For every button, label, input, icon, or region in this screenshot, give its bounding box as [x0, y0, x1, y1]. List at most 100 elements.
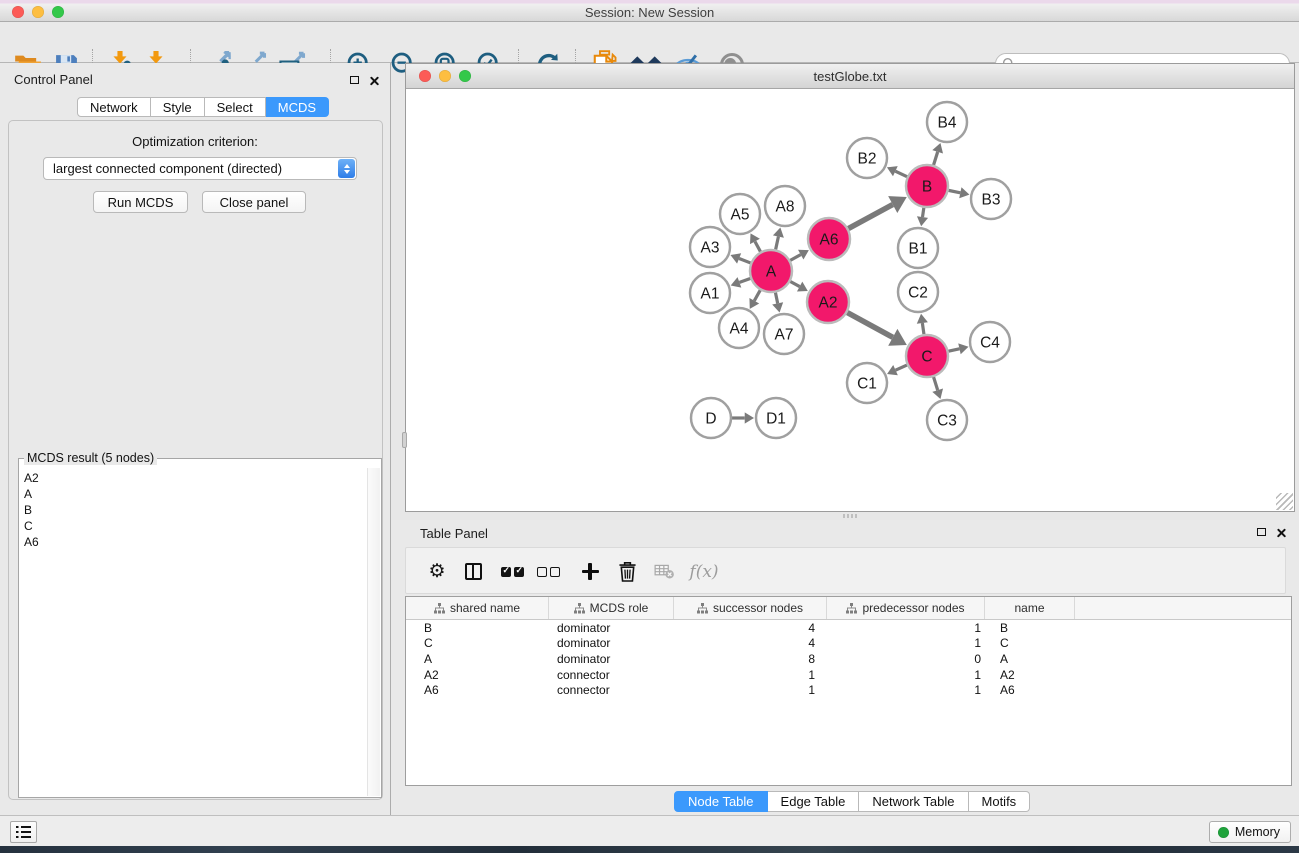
table-cell[interactable]: 1 — [827, 636, 985, 650]
tab-mcds[interactable]: MCDS — [266, 97, 329, 117]
network-window-titlebar[interactable]: testGlobe.txt — [406, 64, 1294, 89]
node-A[interactable]: A — [750, 250, 792, 292]
node-A4[interactable]: A4 — [719, 308, 759, 348]
column-header-shared-name[interactable]: shared name — [406, 597, 549, 619]
tab-network[interactable]: Network — [77, 97, 151, 117]
table-row[interactable]: Bdominator41B — [406, 620, 1291, 636]
edge-A-A5[interactable] — [750, 233, 760, 251]
delete-columns-button[interactable] — [612, 548, 642, 595]
edge-A-A8[interactable] — [773, 228, 784, 250]
run-mcds-button[interactable]: Run MCDS — [93, 191, 188, 213]
node-A6[interactable]: A6 — [808, 218, 850, 260]
add-column-button[interactable] — [574, 548, 606, 595]
deselect-all-button[interactable] — [530, 548, 566, 595]
node-C[interactable]: C — [906, 335, 948, 377]
table-row[interactable]: Cdominator41C — [406, 636, 1291, 652]
table-row[interactable]: A2connector11A2 — [406, 667, 1291, 683]
edge-C-C4[interactable] — [948, 343, 968, 354]
close-panel-icon[interactable] — [369, 75, 380, 86]
node-C3[interactable]: C3 — [927, 400, 967, 440]
table-cell[interactable]: A2 — [406, 668, 549, 682]
window-resize-grip[interactable] — [1276, 493, 1293, 510]
select-all-button[interactable] — [494, 548, 530, 595]
splitter-grip[interactable] — [402, 432, 407, 448]
table-cell[interactable]: 8 — [674, 652, 827, 666]
edge-A-A2[interactable] — [790, 282, 807, 292]
node-D[interactable]: D — [691, 398, 731, 438]
memory-button[interactable]: Memory — [1209, 821, 1291, 843]
tab-network-table[interactable]: Network Table — [859, 791, 968, 812]
close-table-panel-icon[interactable] — [1276, 527, 1287, 538]
toggle-panels-button[interactable] — [458, 548, 488, 595]
table-cell[interactable]: C — [985, 636, 1075, 650]
table-cell[interactable]: A — [406, 652, 549, 666]
table-cell[interactable]: 1 — [827, 668, 985, 682]
table-cell[interactable]: A2 — [985, 668, 1075, 682]
edge-B-B2[interactable] — [887, 166, 907, 177]
table-cell[interactable]: dominator — [549, 636, 674, 650]
result-item[interactable]: C — [24, 518, 366, 534]
table-cell[interactable]: A6 — [406, 683, 549, 697]
float-table-panel-icon[interactable] — [1257, 528, 1266, 536]
table-cell[interactable]: B — [406, 621, 549, 635]
edge-A6-B[interactable] — [848, 196, 906, 228]
edge-A-A3[interactable] — [730, 253, 750, 263]
node-A2[interactable]: A2 — [807, 281, 849, 323]
node-A8[interactable]: A8 — [765, 186, 805, 226]
table-cell[interactable]: A6 — [985, 683, 1075, 697]
node-A7[interactable]: A7 — [764, 314, 804, 354]
edge-A-A1[interactable] — [731, 277, 751, 288]
table-cell[interactable]: 1 — [674, 683, 827, 697]
splitter-grip-horizontal[interactable] — [843, 514, 857, 518]
table-cell[interactable]: 1 — [827, 621, 985, 635]
tab-node-table[interactable]: Node Table — [674, 791, 768, 812]
node-B1[interactable]: B1 — [898, 228, 938, 268]
column-header-predecessor-nodes[interactable]: predecessor nodes — [827, 597, 985, 619]
table-cell[interactable]: dominator — [549, 621, 674, 635]
table-cell[interactable]: 4 — [674, 636, 827, 650]
column-header-MCDS-role[interactable]: MCDS role — [549, 597, 674, 619]
edge-A-A6[interactable] — [790, 250, 809, 261]
table-cell[interactable]: dominator — [549, 652, 674, 666]
result-scrollbar[interactable] — [367, 468, 380, 796]
table-cell[interactable]: 4 — [674, 621, 827, 635]
mcds-result-list[interactable]: A2ABCA6 — [20, 468, 366, 796]
close-panel-button[interactable]: Close panel — [202, 191, 306, 213]
table-row[interactable]: Adominator80A — [406, 651, 1291, 667]
edge-A2-C[interactable] — [847, 313, 906, 346]
table-cell[interactable]: A — [985, 652, 1075, 666]
tab-style[interactable]: Style — [151, 97, 205, 117]
task-history-button[interactable] — [10, 821, 37, 843]
column-settings-button[interactable]: ⚙ — [422, 548, 452, 595]
node-D1[interactable]: D1 — [756, 398, 796, 438]
node-A5[interactable]: A5 — [720, 194, 760, 234]
float-panel-icon[interactable] — [350, 76, 359, 84]
result-item[interactable]: A2 — [24, 470, 366, 486]
column-header-successor-nodes[interactable]: successor nodes — [674, 597, 827, 619]
edge-C-C3[interactable] — [932, 377, 943, 399]
node-B[interactable]: B — [906, 165, 948, 207]
node-B4[interactable]: B4 — [927, 102, 967, 142]
delete-table-button[interactable] — [648, 548, 680, 595]
table-cell[interactable]: 0 — [827, 652, 985, 666]
network-canvas[interactable]: B4B2BB3A8A5A6A3B1AC2A1A2A4A7C4CC1C3DD1 — [406, 89, 1294, 511]
node-B3[interactable]: B3 — [971, 179, 1011, 219]
edge-C-C1[interactable] — [887, 365, 907, 375]
edge-A-A7[interactable] — [772, 293, 783, 313]
result-item[interactable]: A — [24, 486, 366, 502]
node-C2[interactable]: C2 — [898, 272, 938, 312]
column-header-name[interactable]: name — [985, 597, 1075, 619]
node-C1[interactable]: C1 — [847, 363, 887, 403]
table-cell[interactable]: connector — [549, 683, 674, 697]
result-item[interactable]: A6 — [24, 534, 366, 550]
node-A3[interactable]: A3 — [690, 227, 730, 267]
table-row[interactable]: A6connector11A6 — [406, 682, 1291, 698]
edge-A-A4[interactable] — [749, 290, 760, 309]
edge-B-B3[interactable] — [949, 187, 970, 198]
tab-motifs[interactable]: Motifs — [969, 791, 1031, 812]
edge-D-D1[interactable] — [732, 412, 754, 423]
edge-B-B1[interactable] — [917, 208, 928, 226]
table-cell[interactable]: B — [985, 621, 1075, 635]
node-B2[interactable]: B2 — [847, 138, 887, 178]
table-cell[interactable]: 1 — [674, 668, 827, 682]
